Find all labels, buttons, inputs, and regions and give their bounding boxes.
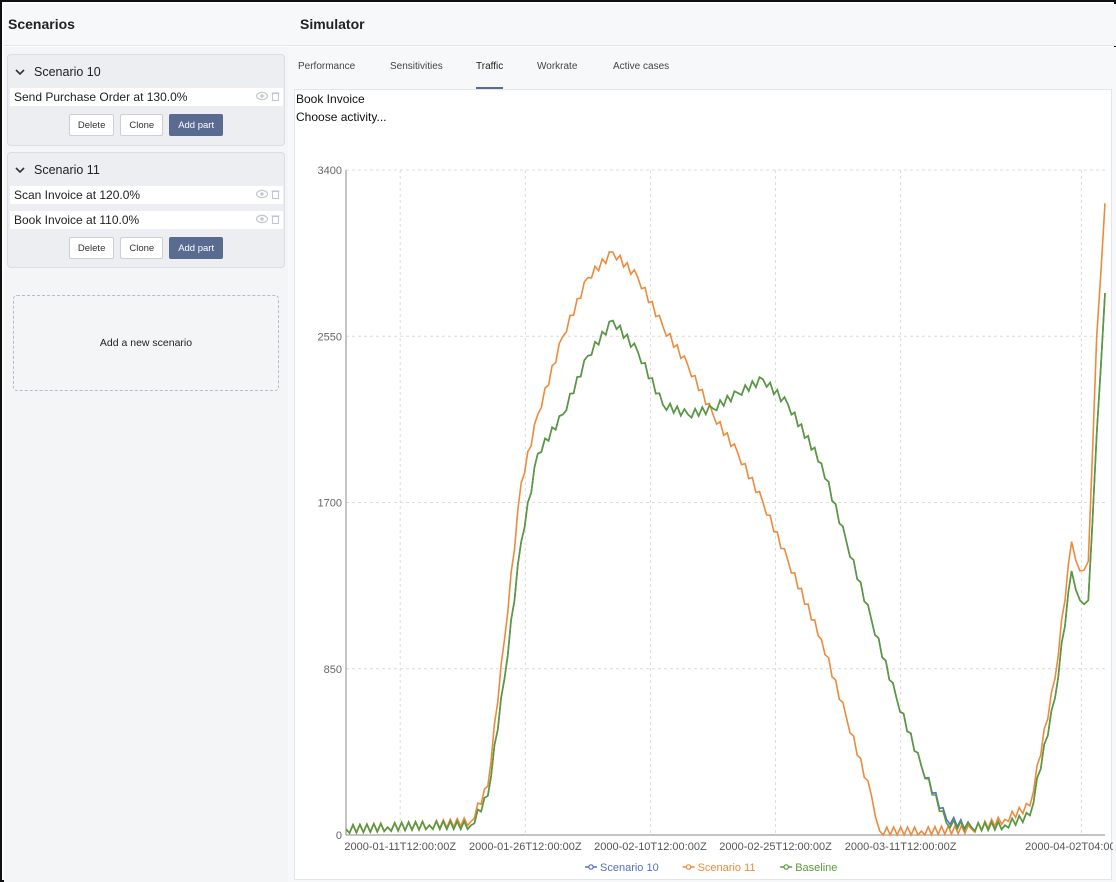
traffic-panel: Book Invoice Choose activity... 0 850 1700… [294,89,1113,880]
tab-bar: Performance Sensitivities Traffic Workra… [288,47,1116,89]
scenario-title: Scenario 10 [34,65,101,79]
add-part-button[interactable]: Add part [169,237,224,259]
scenario-card: Scenario 11 Scan Invoice at 120.0% Book … [7,152,285,268]
simulator-title: Simulator [300,16,365,32]
traffic-chart: 0 850 1700 2550 3400 2000-01-11T12:00:00Z 2000… [318,165,1113,874]
scenario-part[interactable]: Scan Invoice at 120.0% [10,186,283,204]
series-line [345,293,1106,835]
eye-icon[interactable] [256,91,268,101]
y-tick-label: 1700 [318,498,342,510]
scenario-part-label: Scan Invoice at 120.0% [14,188,141,202]
eye-icon[interactable] [256,189,268,199]
scenario-part-label: Send Purchase Order at 130.0% [14,90,188,104]
y-tick-label: 850 [324,664,342,676]
y-tick-label: 3400 [318,165,342,177]
clone-button[interactable]: Clone [120,237,164,259]
add-scenario-label: Add a new scenario [99,337,193,349]
chevron-down-icon [15,69,25,76]
delete-button[interactable]: Delete [68,237,115,259]
legend-marker [685,864,692,870]
legend-item: Baseline [795,862,837,874]
tab-active-cases[interactable]: Active cases [613,47,669,89]
x-tick-label: 2000-01-26T12:00:00Z [469,841,582,853]
x-tick-label: 2000-02-25T12:00:00Z [719,841,832,853]
scenario-actions: Delete Clone Add part [8,237,284,259]
tab-sensitivities[interactable]: Sensitivities [390,47,443,89]
simulator-main: Performance Sensitivities Traffic Workra… [288,47,1116,882]
scenario-card: Scenario 10 Send Purchase Order at 130.0… [7,54,285,146]
add-scenario-button[interactable]: Add a new scenario [13,295,279,391]
legend-marker [588,864,594,870]
x-tick-label: 2000-03-11T12:00:00Z [845,841,957,853]
series-line [345,203,1106,837]
delete-button[interactable]: Delete [68,114,115,136]
tab-traffic[interactable]: Traffic [476,47,504,89]
chevron-down-icon [15,167,25,174]
add-part-button[interactable]: Add part [169,114,224,136]
eye-icon[interactable] [256,214,268,224]
scenario-part[interactable]: Send Purchase Order at 130.0% [10,88,283,106]
tab-performance[interactable]: Performance [298,47,355,89]
scenario-part[interactable]: Book Invoice at 110.0% [10,211,283,229]
simulator-header: Simulator [288,4,1116,46]
legend-item: Scenario 11 [698,862,756,874]
trash-icon[interactable] [271,214,280,224]
x-tick-label: 2000-04-02T04:00:00Z [1025,841,1113,853]
app-window: Scenarios Simulator Scenario 10 Send Pur… [0,0,1116,882]
x-tick-label: 2000-01-11T12:00:00Z [344,841,456,853]
legend-item: Scenario 10 [600,862,659,874]
scenarios-header: Scenarios [4,4,288,46]
y-tick-label: 0 [336,830,342,842]
clone-button[interactable]: Clone [120,114,164,136]
scenario-actions: Delete Clone Add part [8,114,284,136]
scenarios-title: Scenarios [8,16,75,32]
x-tick-label: 2000-02-10T12:00:00Z [594,841,707,853]
tab-workrate[interactable]: Workrate [537,47,577,89]
scenarios-sidebar: Scenario 10 Send Purchase Order at 130.0… [4,47,288,882]
scenario-part-label: Book Invoice at 110.0% [14,213,140,227]
trash-icon[interactable] [271,91,280,101]
scenario-title: Scenario 11 [34,163,100,177]
scenario-toggle[interactable]: Scenario 10 [14,65,101,79]
series-line [345,293,1106,835]
trash-icon[interactable] [271,189,280,199]
legend-marker [783,864,790,870]
scenario-toggle[interactable]: Scenario 11 [14,163,100,177]
y-tick-label: 2550 [318,331,342,343]
